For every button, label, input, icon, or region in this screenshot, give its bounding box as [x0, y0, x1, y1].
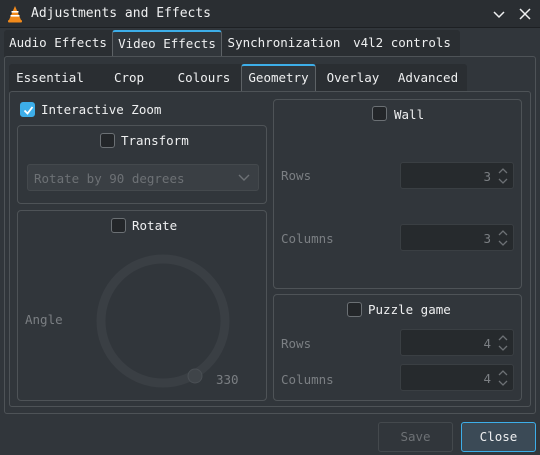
puzzle-checkbox[interactable] [347, 302, 362, 317]
tab-geometry[interactable]: Geometry [241, 64, 316, 92]
wall-checkbox[interactable] [372, 106, 387, 121]
puzzle-columns-value: 4 [483, 371, 491, 386]
wall-label: Wall [394, 107, 425, 122]
rotate-label: Rotate [132, 218, 178, 233]
spin-arrows-icon[interactable] [497, 166, 509, 186]
tab-audio-effects[interactable]: Audio Effects [4, 30, 112, 57]
puzzle-label: Puzzle game [368, 302, 451, 317]
tab-colours[interactable]: Colours [167, 64, 241, 92]
chevron-down-icon [238, 174, 250, 181]
puzzle-rows-spinbox[interactable]: 4 [400, 329, 514, 356]
title-bar: Adjustments and Effects [0, 0, 540, 28]
tab-overlay[interactable]: Overlay [318, 64, 388, 92]
save-button[interactable]: Save [378, 422, 453, 452]
wall-rows-spinbox[interactable]: 3 [400, 162, 514, 189]
vlc-cone-icon [8, 6, 22, 23]
tab-advanced[interactable]: Advanced [390, 64, 466, 92]
puzzle-columns-spinbox[interactable]: 4 [400, 364, 514, 391]
window-title: Adjustments and Effects [31, 6, 212, 21]
spin-arrows-icon[interactable] [497, 228, 509, 248]
rotate-checkbox[interactable] [111, 218, 126, 233]
interactive-zoom-label: Interactive Zoom [41, 102, 162, 117]
angle-value: 330 [216, 372, 239, 387]
transform-checkbox[interactable] [100, 133, 115, 148]
wall-group [273, 99, 522, 289]
angle-dial[interactable] [95, 253, 231, 389]
close-button[interactable]: Close [461, 422, 536, 452]
spin-arrows-icon[interactable] [497, 333, 509, 353]
wall-rows-label: Rows [281, 168, 312, 183]
close-icon[interactable] [516, 5, 534, 23]
angle-label: Angle [25, 312, 63, 327]
wall-rows-value: 3 [483, 169, 491, 184]
interactive-zoom-checkbox[interactable] [20, 102, 35, 117]
wall-columns-value: 3 [483, 231, 491, 246]
puzzle-columns-label: Columns [281, 372, 334, 387]
puzzle-rows-value: 4 [483, 336, 491, 351]
chevron-down-icon[interactable] [490, 5, 508, 23]
spin-arrows-icon[interactable] [497, 368, 509, 388]
tab-v4l2-controls[interactable]: v4l2 controls [346, 30, 458, 57]
tab-essential[interactable]: Essential [9, 64, 91, 92]
wall-columns-label: Columns [281, 231, 334, 246]
puzzle-rows-label: Rows [281, 336, 312, 351]
tab-crop[interactable]: Crop [91, 64, 167, 92]
tab-video-effects[interactable]: Video Effects [112, 30, 222, 57]
transform-label: Transform [121, 133, 189, 148]
wall-columns-spinbox[interactable]: 3 [400, 224, 514, 251]
transform-select[interactable]: Rotate by 90 degrees [27, 164, 259, 191]
tab-synchronization[interactable]: Synchronization [224, 30, 344, 57]
transform-select-value: Rotate by 90 degrees [34, 171, 185, 186]
checkmark-icon [23, 106, 34, 115]
